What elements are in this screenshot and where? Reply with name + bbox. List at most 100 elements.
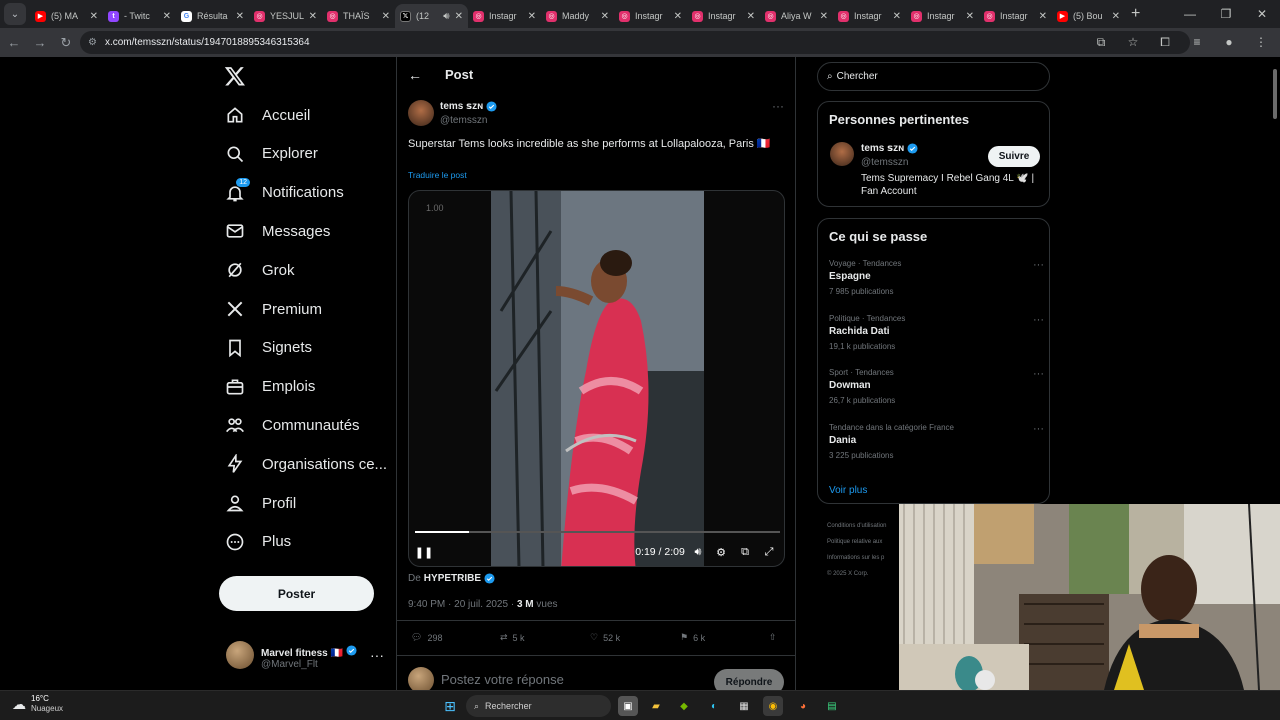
nav-item-grok[interactable]: Grok <box>222 253 295 287</box>
nav-item-accueil[interactable]: Accueil <box>222 98 310 132</box>
tab-search-button[interactable]: ⌄ <box>4 3 26 25</box>
post-button[interactable]: Poster <box>219 576 374 611</box>
file-explorer-icon[interactable]: ▰ <box>646 696 666 716</box>
weather-widget[interactable]: ☁ 16°C Nuageux <box>12 694 63 714</box>
browser-tab[interactable]: ◎ Instagr ✕ <box>979 4 1052 28</box>
firefox-icon[interactable]: ◕ <box>793 696 813 716</box>
nav-item-notifications[interactable]: 12 Notifications <box>222 176 344 210</box>
forward-icon[interactable]: → <box>28 31 52 55</box>
relevant-avatar[interactable] <box>830 142 854 166</box>
nav-item-signets[interactable]: Signets <box>222 331 312 365</box>
video-frame[interactable] <box>491 191 704 566</box>
relevant-name[interactable]: tems ꜱᴢɴ <box>861 143 918 154</box>
scrollbar-thumb[interactable] <box>1273 69 1277 119</box>
fullscreen-icon[interactable]: ⤢ <box>761 543 777 561</box>
video-player[interactable]: 1.00 ❚❚ 0:19 / 2:09 🔊︎ ⚙ ⧉ ⤢ <box>408 190 785 567</box>
nav-item-profil[interactable]: Profil <box>222 486 296 520</box>
author-avatar[interactable] <box>408 100 434 126</box>
pause-icon[interactable]: ❚❚ <box>415 543 433 561</box>
footer-link[interactable]: Informations sur les p <box>827 550 907 566</box>
bookmark-star-icon[interactable]: ☆ <box>1122 31 1144 53</box>
tab-close-icon[interactable]: ✕ <box>1039 11 1047 22</box>
author-name[interactable]: tems ꜱᴢɴ <box>440 101 497 112</box>
nav-item-premium[interactable]: Premium <box>222 292 322 326</box>
relevant-handle[interactable]: @temsszn <box>861 157 908 168</box>
browser-tab[interactable]: G Résulta ✕ <box>176 4 249 28</box>
browser-menu-icon[interactable]: ⋮ <box>1250 31 1272 53</box>
tab-close-icon[interactable]: ✕ <box>747 11 755 22</box>
browser-tab[interactable]: ◎ Instagr ✕ <box>687 4 760 28</box>
reload-icon[interactable]: ↻ <box>54 31 78 55</box>
nvidia-icon[interactable]: ◆ <box>674 696 694 716</box>
tab-close-icon[interactable]: ✕ <box>893 11 901 22</box>
video-progress-bar[interactable] <box>415 531 780 533</box>
media-control-icon[interactable]: ≡ <box>1186 31 1208 53</box>
tab-close-icon[interactable]: ✕ <box>236 11 244 22</box>
see-more-link[interactable]: Voir plus <box>829 485 867 496</box>
browser-tab[interactable]: ◎ Aliya W ✕ <box>760 4 833 28</box>
chrome-icon[interactable]: ◉ <box>763 696 783 716</box>
reply-action[interactable]: 💬︎ 298 <box>411 632 442 643</box>
browser-tab[interactable]: ◎ Maddy ✕ <box>541 4 614 28</box>
nav-item-explorer[interactable]: Explorer <box>222 137 318 171</box>
nav-item-plus[interactable]: Plus <box>222 525 291 559</box>
repost-action[interactable]: ⇄ 5 k <box>500 632 525 643</box>
author-handle[interactable]: @temsszn <box>440 115 487 126</box>
windows-start-icon[interactable]: ⊞ <box>440 696 460 716</box>
tab-close-icon[interactable]: ✕ <box>163 11 171 22</box>
edge-icon[interactable]: ◐ <box>704 696 724 716</box>
bookmark-action[interactable]: ⚑ 6 k <box>680 632 705 643</box>
tab-close-icon[interactable]: ✕ <box>382 11 390 22</box>
account-switcher[interactable]: Marvel fitness 🇫🇷 @Marvel_Flt ··· <box>226 641 386 677</box>
browser-tab[interactable]: ◎ Instagr ✕ <box>614 4 687 28</box>
reply-input[interactable]: Postez votre réponse <box>441 672 564 687</box>
minimize-icon[interactable]: — <box>1172 0 1208 28</box>
tab-close-icon[interactable]: ✕ <box>966 11 974 22</box>
nav-item-emplois[interactable]: Emplois <box>222 370 315 404</box>
browser-tab[interactable]: ▶ (5) Bou ✕ <box>1052 4 1125 28</box>
browser-tab[interactable]: ▶ (5) MA ✕ <box>30 4 103 28</box>
new-tab-button[interactable]: + <box>1131 5 1140 23</box>
browser-tab[interactable]: t - Twitc ✕ <box>103 4 176 28</box>
tab-close-icon[interactable]: ✕ <box>820 11 828 22</box>
trend-item[interactable]: Politique · Tendances Rachida Dati 19,1 k … <box>829 314 1044 358</box>
profile-icon[interactable]: ● <box>1218 31 1240 53</box>
tab-audio-icon[interactable]: 🔊︎ <box>443 11 449 22</box>
task-view-icon[interactable]: ▣ <box>618 696 638 716</box>
browser-tab[interactable]: 𝕏 (12 🔊︎ ✕ <box>395 4 468 28</box>
trend-item[interactable]: Tendance dans la catégorie France Dania 3 … <box>829 423 1044 467</box>
back-icon[interactable]: ← <box>2 31 26 55</box>
share-icon[interactable]: ⇧ <box>769 632 777 643</box>
post-timestamp[interactable]: 9:40 PM · 20 juil. 2025 · <box>408 599 517 610</box>
browser-tab[interactable]: ◎ THAÏS ✕ <box>322 4 395 28</box>
tab-close-icon[interactable]: ✕ <box>528 11 536 22</box>
footer-link[interactable]: © 2025 X Corp. <box>827 566 907 582</box>
browser-tab[interactable]: ◎ Instagr ✕ <box>468 4 541 28</box>
tab-close-icon[interactable]: ✕ <box>309 11 317 22</box>
post-more-icon[interactable]: ··· <box>772 99 784 113</box>
source-name[interactable]: HYPETRIBE <box>424 573 481 584</box>
volume-icon[interactable]: 🔊︎ <box>690 543 706 561</box>
trend-more-icon[interactable]: ··· <box>1033 368 1044 380</box>
tab-close-icon[interactable]: ✕ <box>455 11 463 22</box>
settings-gear-icon[interactable]: ⚙ <box>713 543 729 561</box>
translate-link[interactable]: Traduire le post <box>408 170 467 180</box>
taskbar-search[interactable]: ⌕ Rechercher <box>466 695 611 717</box>
site-info-icon[interactable]: ⚙ <box>88 37 97 48</box>
back-arrow-icon[interactable]: ← <box>408 67 422 83</box>
follow-button[interactable]: Suivre <box>988 146 1040 167</box>
url-field[interactable]: ⚙ x.com/temsszn/status/19470188953463153… <box>80 31 1190 54</box>
tab-close-icon[interactable]: ✕ <box>674 11 682 22</box>
app-icon[interactable]: ▤ <box>822 696 842 716</box>
footer-link[interactable]: Conditions d'utilisation <box>827 518 907 534</box>
browser-tab[interactable]: ◎ Instagr ✕ <box>833 4 906 28</box>
account-more-icon[interactable]: ··· <box>370 647 384 663</box>
tab-close-icon[interactable]: ✕ <box>90 11 98 22</box>
nav-item-organisations-ce[interactable]: Organisations ce... <box>222 447 387 481</box>
like-action[interactable]: ♡ 52 k <box>590 632 620 643</box>
trend-item[interactable]: Sport · Tendances Dowman 26,7 k publicatio… <box>829 368 1044 412</box>
browser-tab[interactable]: ◎ Instagr ✕ <box>906 4 979 28</box>
tab-close-icon[interactable]: ✕ <box>1112 11 1120 22</box>
pip-icon[interactable]: ⧉ <box>737 543 753 561</box>
search-input[interactable]: ⌕ Chercher <box>817 62 1050 91</box>
